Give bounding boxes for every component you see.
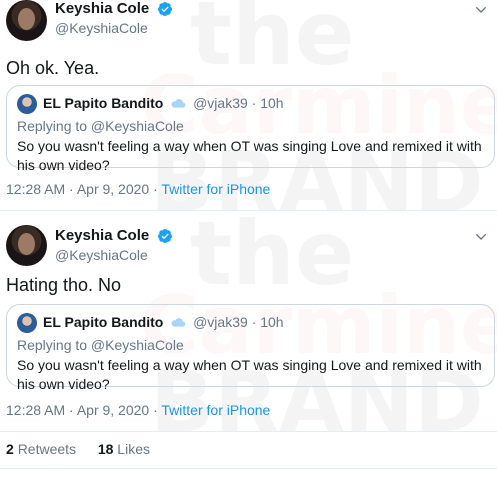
tweet-source-link[interactable]: Twitter for iPhone [161,181,270,197]
quoted-separator: · [251,95,257,111]
author-handle[interactable]: @KeyshiaCole [55,20,173,36]
tweet-meta: 12:28 AM · Apr 9, 2020 · Twitter for iPh… [6,181,270,197]
author-name[interactable]: Keyshia Cole [55,227,149,244]
cloud-emoji-icon [171,99,186,108]
verified-badge-icon [157,228,172,243]
engagement-stats: 2 Retweets 18 Likes [6,441,150,457]
tweet-text: Hating tho. No [6,275,122,295]
tweet-timestamp[interactable]: 12:28 AM · Apr 9, 2020 · [6,181,161,197]
tweet: Keyshia Cole @KeyshiaCole Hating tho. No… [0,217,497,430]
quoted-separator: · [251,314,257,330]
quoted-author-handle[interactable]: @vjak39 [193,95,248,111]
quoted-avatar[interactable] [17,94,37,114]
author-name[interactable]: Keyshia Cole [55,0,149,17]
quoted-author-name[interactable]: EL Papito Bandito [43,314,163,330]
quoted-header: EL Papito Bandito @vjak39 · 10h [43,314,284,330]
likes-label: Likes [117,441,150,457]
avatar[interactable] [6,0,47,41]
quoted-author-handle[interactable]: @vjak39 [193,314,248,330]
quoted-time[interactable]: 10h [260,314,283,330]
quoted-text: So you wasn't feeling a way when OT was … [17,357,482,392]
cloud-emoji-icon [171,318,186,327]
quoted-text: So you wasn't feeling a way when OT was … [17,138,482,173]
quoted-avatar[interactable] [17,313,37,333]
chevron-down-icon[interactable] [473,229,489,245]
retweets-label: Retweets [17,441,77,457]
quoted-author-name[interactable]: EL Papito Bandito [43,95,163,111]
author-block[interactable]: Keyshia Cole @KeyshiaCole [55,227,173,263]
tweet-meta: 12:28 AM · Apr 9, 2020 · Twitter for iPh… [6,402,270,418]
verified-badge-icon [157,1,172,16]
tweet-text: Oh ok. Yea. [6,58,100,78]
quoted-time[interactable]: 10h [260,95,283,111]
retweets-count: 2 [6,441,14,457]
quoted-replying-to: Replying to @KeyshiaCole [17,337,184,353]
quoted-tweet[interactable]: EL Papito Bandito @vjak39 · 10h Replying… [6,85,495,173]
quoted-header: EL Papito Bandito @vjak39 · 10h [43,95,284,111]
divider [0,431,497,432]
quoted-tweet[interactable]: EL Papito Bandito @vjak39 · 10h Replying… [6,304,495,392]
retweets-stat[interactable]: 2 Retweets [6,441,76,457]
divider [0,468,497,469]
tweet-timestamp[interactable]: 12:28 AM · Apr 9, 2020 · [6,402,161,418]
quoted-replying-to: Replying to @KeyshiaCole [17,118,184,134]
divider [0,210,497,211]
likes-stat[interactable]: 18 Likes [98,441,150,457]
author-block[interactable]: Keyshia Cole @KeyshiaCole [55,0,173,36]
chevron-down-icon[interactable] [473,2,489,18]
avatar[interactable] [6,225,47,266]
author-handle[interactable]: @KeyshiaCole [55,247,173,263]
tweet-source-link[interactable]: Twitter for iPhone [161,402,270,418]
tweet: Keyshia Cole @KeyshiaCole Oh ok. Yea. EL… [0,0,497,210]
likes-count: 18 [97,441,114,457]
